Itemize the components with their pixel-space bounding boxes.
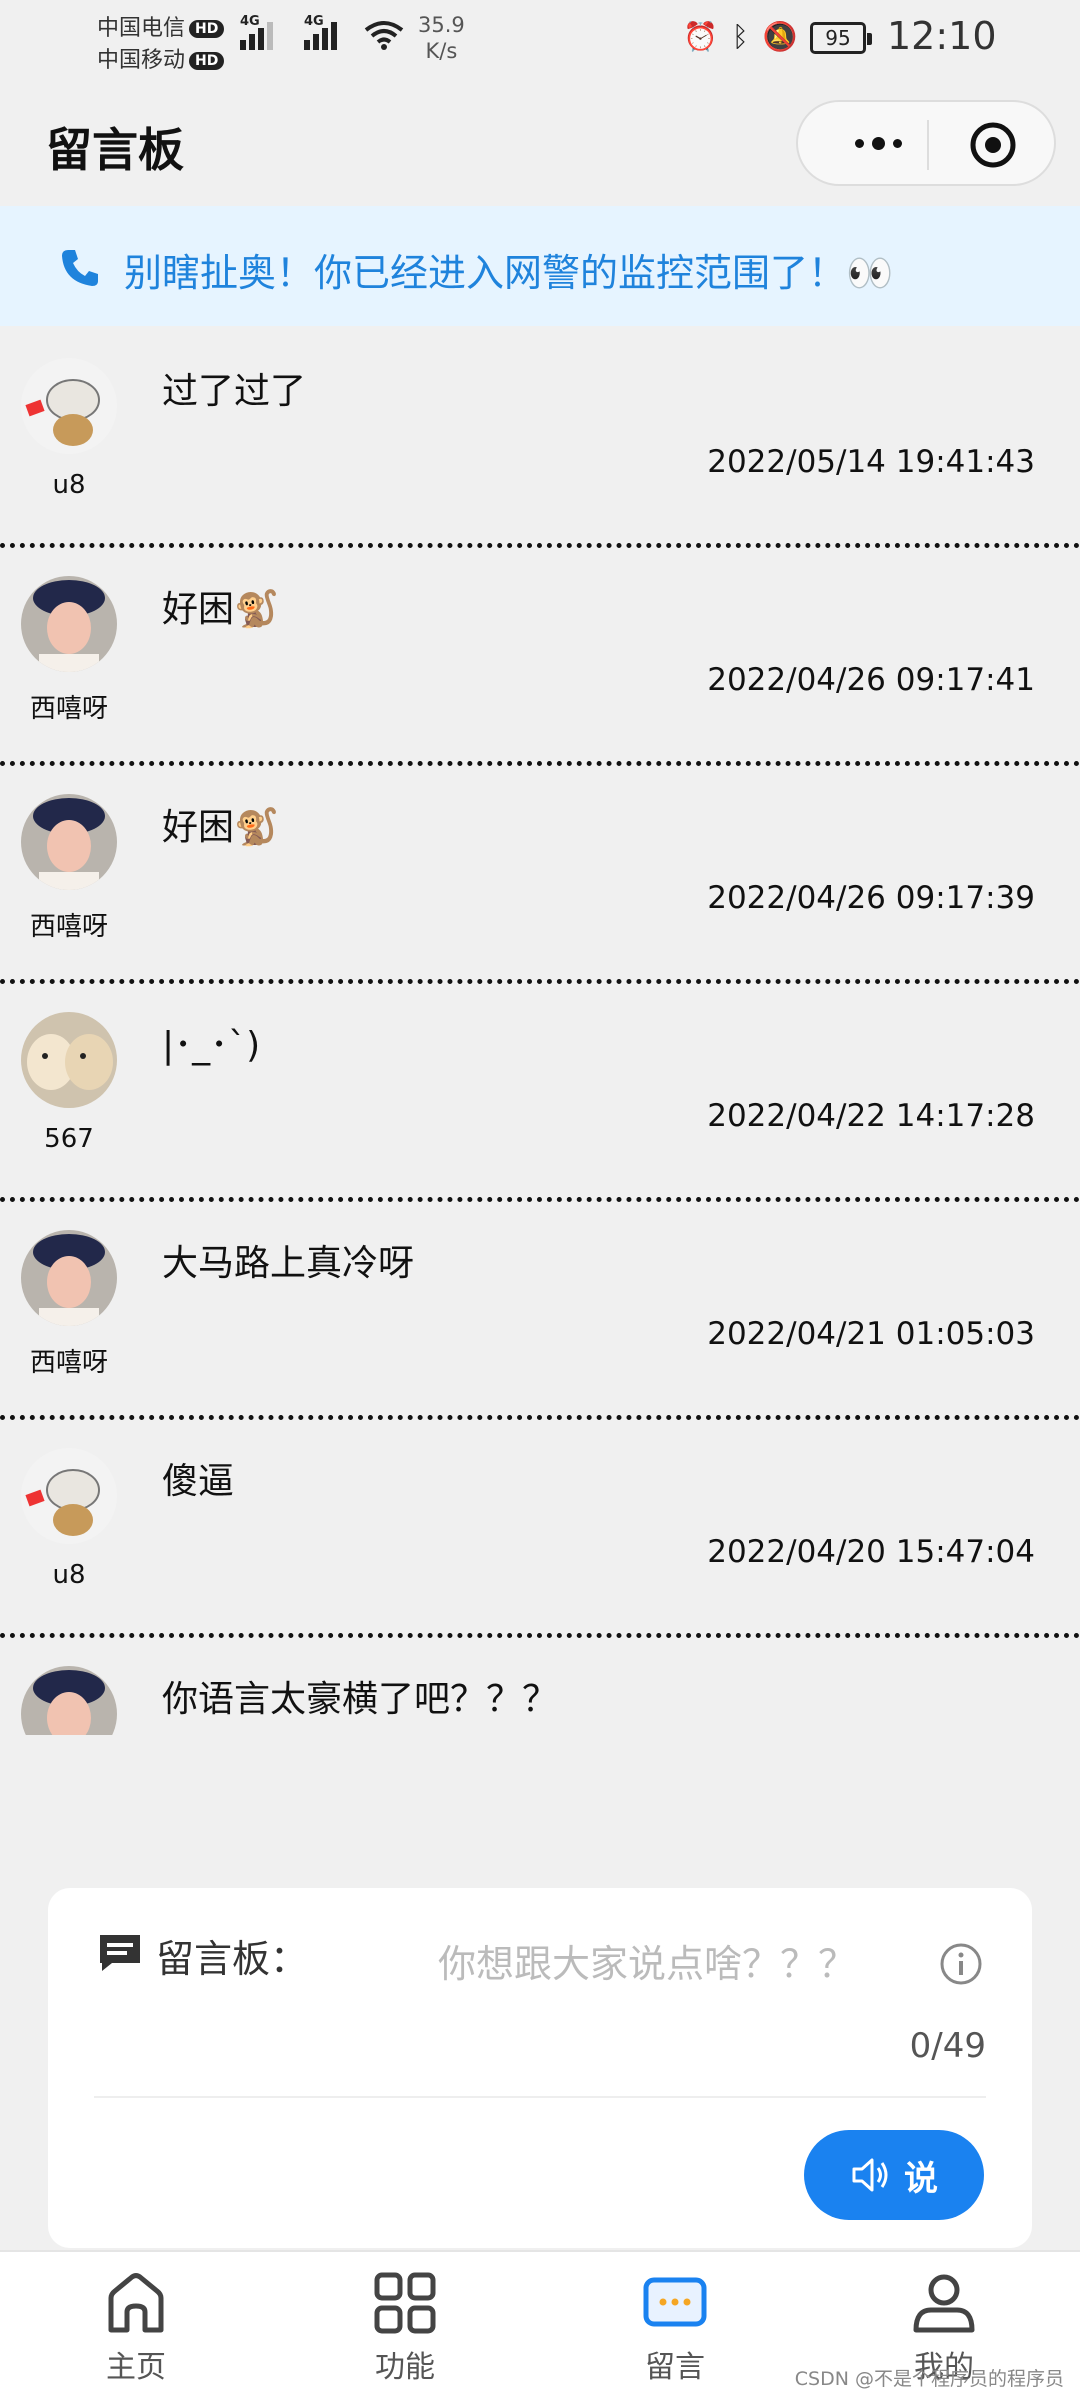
tab-label: 主页 (106, 2350, 166, 2385)
message-text: 傻逼 (162, 1461, 235, 1502)
speaker-icon (852, 2158, 888, 2192)
username: u8 (52, 1560, 86, 1590)
username: u8 (52, 470, 86, 500)
info-icon[interactable] (939, 1942, 983, 1986)
send-button-label: 说 (904, 2158, 938, 2199)
network-speed: 35.9 K/s (418, 13, 465, 63)
miniprogram-capsule (796, 100, 1056, 186)
user-icon (913, 2274, 975, 2333)
message-text: 大马路上真冷呀 (162, 1243, 415, 1284)
message-item[interactable]: 你语言太豪横了吧？？？ (0, 1638, 1080, 1735)
avatar-girl[interactable] (21, 1666, 117, 1735)
tab-home[interactable]: 主页 (76, 2270, 196, 2386)
bluetooth-icon: ᛒ (731, 20, 749, 53)
username: 567 (44, 1124, 94, 1154)
message-time: 2022/04/26 09:17:39 (707, 880, 1035, 916)
avatar-girl[interactable] (21, 1230, 117, 1326)
phone-icon (62, 250, 98, 286)
message-time: 2022/04/26 09:17:41 (707, 662, 1035, 698)
signal-icon: 4G (304, 14, 337, 50)
status-time: 12:10 (887, 14, 997, 58)
tab-features[interactable]: 功能 (345, 2270, 465, 2386)
more-menu-button[interactable] (838, 128, 918, 158)
tab-label: 留言 (645, 2350, 705, 2385)
message-text: 好困🐒 (162, 807, 279, 848)
title-bar: 留言板 (0, 76, 1080, 206)
carrier-2: 中国移动 HD (97, 42, 225, 74)
message-text: 过了过了 (162, 371, 307, 412)
avatar-girl[interactable] (21, 576, 117, 672)
username: 西嘻呀 (29, 912, 108, 942)
battery-icon: 95 (810, 22, 872, 54)
message-text: |･_･`) (162, 1025, 261, 1066)
message-icon (643, 2277, 707, 2327)
grid-icon (374, 2272, 436, 2334)
message-item[interactable]: u8 过了过了 2022/05/14 19:41:43 (0, 330, 1080, 548)
carrier-1: 中国电信 HD (97, 10, 225, 42)
message-item[interactable]: u8 傻逼 2022/04/20 15:47:04 (0, 1420, 1080, 1638)
message-time: 2022/04/20 15:47:04 (707, 1534, 1035, 1570)
signal-icon: 4G (240, 14, 273, 50)
message-time: 2022/04/21 01:05:03 (707, 1316, 1035, 1352)
avatar-cubone[interactable] (21, 1448, 117, 1544)
message-input[interactable] (438, 1936, 978, 1992)
comment-icon (100, 1935, 140, 1971)
message-item[interactable]: 西嘻呀 好困🐒 2022/04/26 09:17:41 (0, 548, 1080, 766)
message-text: 好困🐒 (162, 589, 279, 630)
status-bar: 中国电信 HD 中国移动 HD 4G 4G 35.9 K/s ⏰ ᛒ 🔕 95 12:… (0, 0, 1080, 76)
home-icon (108, 2273, 164, 2333)
message-item[interactable]: 567 |･_･`) 2022/04/22 14:17:28 (0, 984, 1080, 1202)
tab-messages[interactable]: 留言 (615, 2270, 735, 2386)
send-button[interactable]: 说 (804, 2130, 984, 2220)
message-item[interactable]: 西嘻呀 大马路上真冷呀 2022/04/21 01:05:03 (0, 1202, 1080, 1420)
tab-label: 功能 (375, 2350, 435, 2385)
username: 西嘻呀 (29, 694, 108, 724)
page-title: 留言板 (46, 123, 184, 177)
close-miniprogram-button[interactable] (968, 120, 1018, 170)
wifi-icon (364, 21, 404, 50)
char-counter: 0/49 (909, 2026, 986, 2066)
watermark: CSDN @不是个程序员的程序员 (794, 2368, 1064, 2390)
composer-label: 留言板： (156, 1937, 309, 1981)
notice-bar: 别瞎扯奥！你已经进入网警的监控范围了！👀 (0, 206, 1080, 326)
notice-text: 别瞎扯奥！你已经进入网警的监控范围了！👀 (124, 251, 894, 295)
mute-icon: 🔕 (762, 20, 798, 53)
message-list[interactable]: u8 过了过了 2022/05/14 19:41:43 西嘻呀 好困🐒 2022… (0, 330, 1080, 1735)
message-time: 2022/04/22 14:17:28 (707, 1098, 1035, 1134)
avatar-cubone[interactable] (21, 358, 117, 454)
username: 西嘻呀 (29, 1348, 108, 1378)
avatar-dog[interactable] (21, 1012, 117, 1108)
composer-panel: 留言板： 0/49 说 (48, 1888, 1032, 2248)
message-item[interactable]: 西嘻呀 好困🐒 2022/04/26 09:17:39 (0, 766, 1080, 984)
message-text: 你语言太豪横了吧？？？ (162, 1679, 559, 1720)
divider (94, 2096, 986, 2098)
avatar-girl[interactable] (21, 794, 117, 890)
alarm-icon: ⏰ (683, 20, 718, 53)
message-time: 2022/05/14 19:41:43 (707, 444, 1035, 480)
